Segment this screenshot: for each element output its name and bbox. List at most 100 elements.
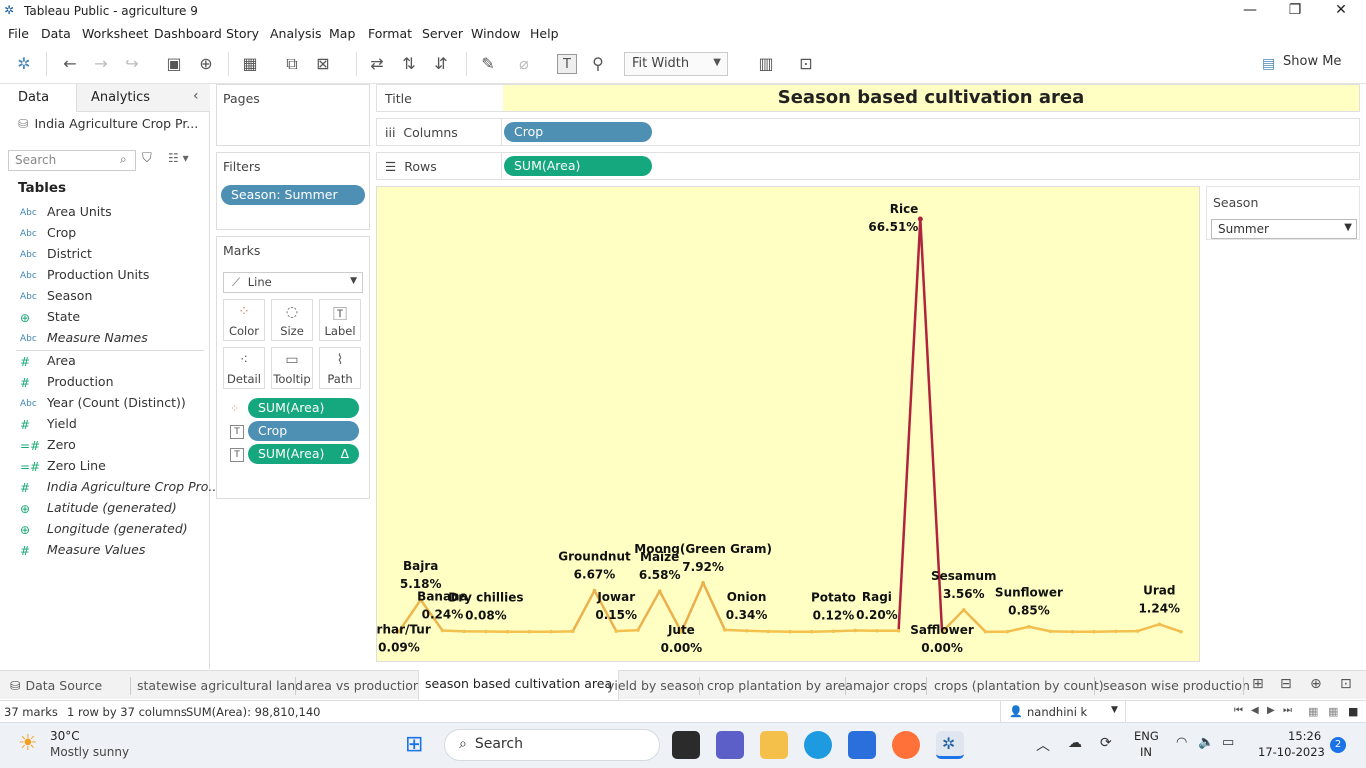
tab-statewise-agricultural-land[interactable]: statewise agricultural land [137, 678, 303, 693]
clock-time[interactable]: 15:26 [1288, 729, 1321, 743]
tooltip-button[interactable]: ▭ Tooltip [271, 347, 313, 389]
viz-canvas[interactable]: Arhar/Tur0.09%Bajra5.18%Banana0.24%Dry c… [376, 186, 1200, 662]
tab-view-icon[interactable]: ■ [1348, 705, 1358, 718]
label-button[interactable]: 🅃 Label [319, 299, 361, 341]
field-item[interactable]: ⊕ Latitude (generated) [20, 500, 177, 518]
line-segment[interactable] [832, 629, 857, 633]
restore-icon[interactable]: ❐ [1280, 2, 1310, 18]
tableau-taskbar-icon[interactable]: ✲ [936, 731, 964, 759]
search-input[interactable]: Search [8, 150, 136, 171]
line-segment[interactable] [745, 629, 770, 633]
field-item[interactable]: Abc Production Units [20, 267, 149, 285]
field-item[interactable]: Abc Year (Count (Distinct)) [20, 395, 186, 413]
cards-icon[interactable]: ▥ [756, 54, 776, 74]
new-sheet-menu-icon[interactable]: ⊡ [1340, 676, 1352, 692]
data-point[interactable] [570, 629, 575, 634]
field-item[interactable]: =# Zero Line [20, 458, 106, 476]
field-item[interactable]: Abc Crop [20, 225, 76, 243]
tab-data[interactable]: Data [0, 84, 76, 112]
minimize-icon[interactable]: — [1235, 2, 1265, 18]
line-segment[interactable] [1027, 625, 1052, 633]
last-sheet-icon[interactable]: ⏭ [1283, 705, 1292, 716]
collapse-icon[interactable]: ‹ [193, 88, 199, 104]
data-point[interactable] [657, 589, 662, 593]
prev-sheet-icon[interactable]: ◀ [1251, 705, 1259, 716]
tab-crop-plantation-by-area[interactable]: crop plantation by area [707, 678, 853, 693]
line-segment[interactable] [1158, 623, 1183, 633]
menu-window[interactable]: Window [471, 26, 520, 41]
tab-analytics[interactable]: Analytics ‹ [76, 84, 210, 112]
replay-icon[interactable]: ↪ [122, 54, 142, 74]
data-point[interactable] [1135, 629, 1140, 633]
data-point[interactable] [1048, 629, 1053, 634]
next-sheet-icon[interactable]: ▶ [1267, 705, 1275, 716]
line-segment[interactable] [1136, 623, 1161, 633]
data-point[interactable] [788, 629, 792, 634]
teams-icon[interactable] [716, 731, 744, 759]
mark-type-dropdown[interactable]: ⟋ Line ▼ [223, 272, 363, 293]
data-point[interactable] [614, 629, 619, 633]
save-icon[interactable]: ▣ [164, 54, 184, 74]
taskbar-search[interactable]: ⌕ Search [444, 729, 660, 761]
field-item[interactable]: Abc Area Units [20, 204, 112, 222]
data-point[interactable] [896, 628, 901, 633]
store-icon[interactable] [848, 731, 876, 759]
tab-data-source[interactable]: ⛁ Data Source [10, 678, 102, 693]
weather-icon[interactable]: ☀ [18, 731, 38, 756]
line-chart[interactable]: Arhar/Tur0.09%Bajra5.18%Banana0.24%Dry c… [377, 187, 1199, 661]
data-point[interactable] [1157, 622, 1162, 627]
show-me-button[interactable]: Show Me [1283, 54, 1341, 69]
line-segment[interactable] [571, 589, 596, 633]
menu-server[interactable]: Server [422, 26, 463, 41]
lang-secondary[interactable]: IN [1140, 745, 1152, 759]
data-point[interactable] [462, 629, 466, 634]
data-point[interactable] [592, 588, 597, 593]
menu-help[interactable]: Help [530, 26, 559, 41]
view-options-icon[interactable]: ☷ ▾ [168, 151, 189, 165]
data-point[interactable] [440, 628, 445, 633]
data-point[interactable] [723, 628, 727, 632]
line-segment[interactable] [614, 628, 640, 633]
detail-button[interactable]: ⁖ Detail [223, 347, 265, 389]
mark-pill-label-crop[interactable]: Crop [248, 421, 359, 441]
file-explorer-icon[interactable] [760, 731, 788, 759]
datasource-item[interactable]: ⛁ India Agriculture Crop Pr... [18, 116, 198, 131]
data-point[interactable] [636, 628, 640, 632]
task-view-icon[interactable] [672, 731, 700, 759]
field-item[interactable]: Abc District [20, 246, 92, 264]
battery-icon[interactable]: ▭ [1222, 735, 1234, 750]
notification-badge[interactable]: 2 [1330, 737, 1346, 753]
firefox-icon[interactable] [892, 731, 920, 759]
season-filter-dropdown[interactable]: Summer ▼ [1211, 219, 1357, 239]
data-point[interactable] [1179, 629, 1183, 634]
data-point[interactable] [1005, 629, 1010, 634]
sort-ascending-icon[interactable]: ⇅ [399, 54, 419, 74]
field-item[interactable]: # Yield [20, 416, 77, 434]
clear-sheet-icon[interactable]: ⊠ [313, 54, 333, 74]
new-worksheet-icon[interactable]: ▦ [240, 54, 260, 74]
data-point[interactable] [961, 608, 966, 612]
color-button[interactable]: ⁘ Color [223, 299, 265, 341]
line-segment[interactable] [636, 589, 661, 632]
tab-area-vs-production[interactable]: area vs production [304, 678, 421, 693]
mark-pill-color-sum-area[interactable]: SUM(Area) [248, 398, 359, 418]
mark-pill-label-sum-area[interactable]: SUM(Area) Δ [248, 444, 359, 464]
menu-format[interactable]: Format [368, 26, 412, 41]
field-item[interactable]: # Production [20, 374, 114, 392]
data-point[interactable] [983, 629, 988, 634]
presentation-icon[interactable]: ⊡ [796, 54, 816, 74]
worksheet-title[interactable]: Season based cultivation area [503, 85, 1359, 111]
network-cloud-icon[interactable]: ☁ [1068, 735, 1082, 751]
new-dashboard-icon[interactable]: ⊟ [1280, 676, 1292, 692]
tab-season-wise-production[interactable]: season wise production [1103, 678, 1250, 693]
chevron-up-icon[interactable]: ︿ [1036, 735, 1050, 755]
first-sheet-icon[interactable]: ⏮ [1234, 705, 1243, 716]
menu-story[interactable]: Story [226, 26, 259, 41]
field-item[interactable]: # India Agriculture Crop Pro... [20, 479, 220, 497]
data-point[interactable] [917, 216, 923, 222]
sync-icon[interactable]: ⟳ [1100, 735, 1112, 751]
swap-icon[interactable]: ⇄ [367, 54, 387, 74]
tableau-home-icon[interactable]: ✲ [14, 54, 34, 74]
data-point[interactable] [744, 628, 749, 633]
data-point[interactable] [1114, 629, 1118, 634]
